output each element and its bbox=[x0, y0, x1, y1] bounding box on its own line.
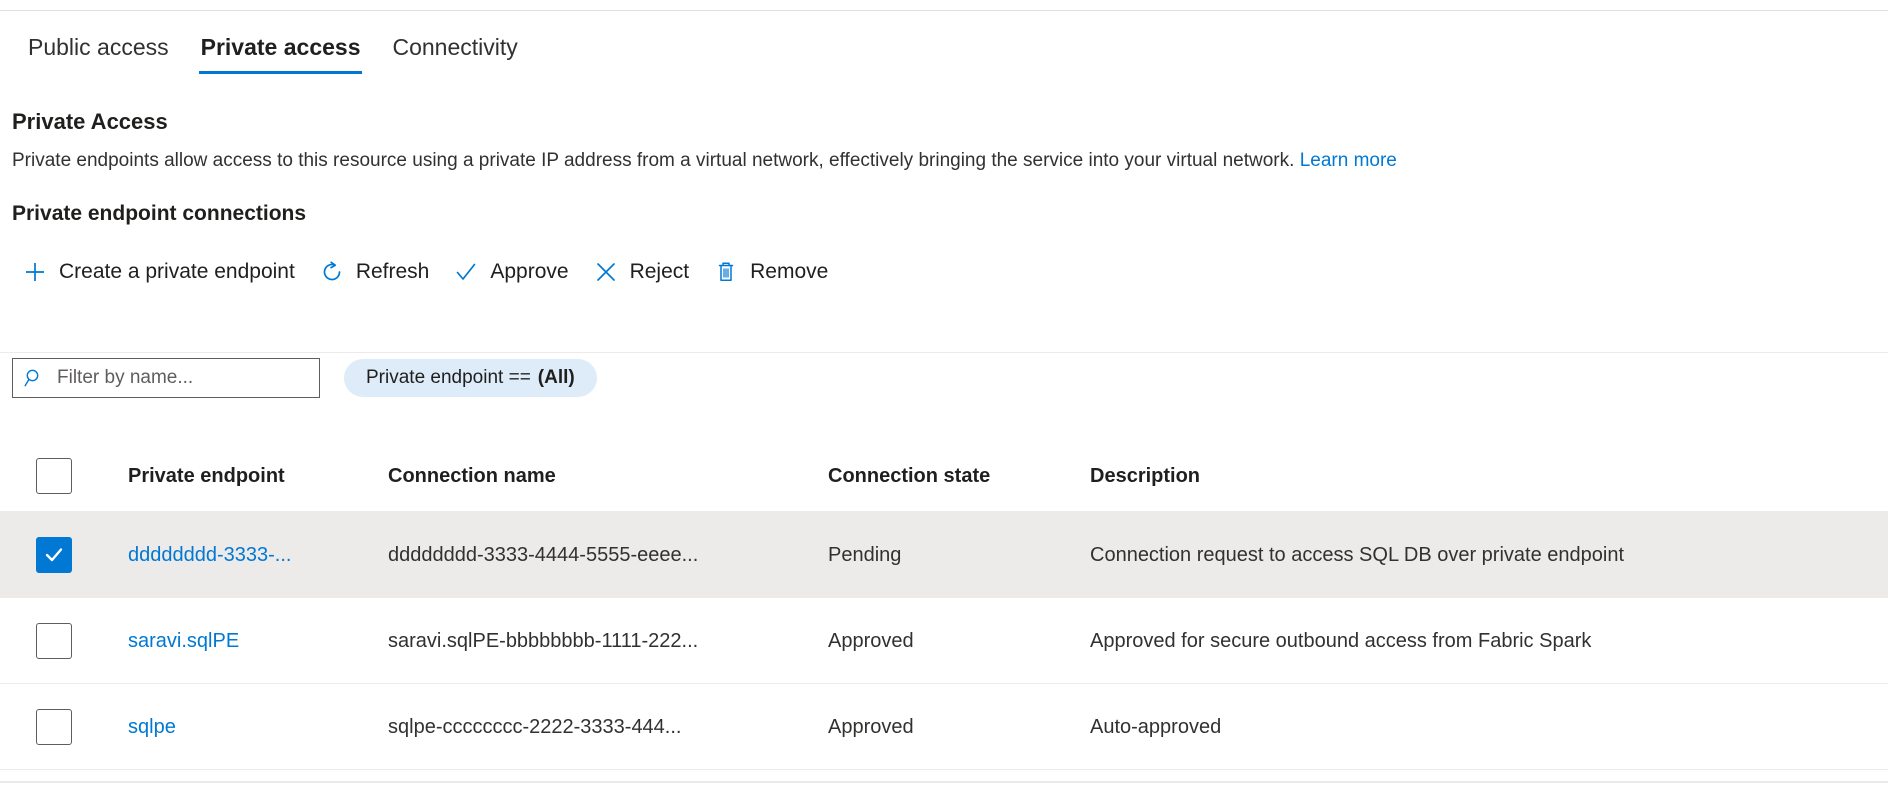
search-icon bbox=[23, 367, 45, 389]
table-row[interactable]: dddddddd-3333-... dddddddd-3333-4444-555… bbox=[0, 512, 1888, 598]
row-select-cell bbox=[36, 622, 128, 659]
column-header-description[interactable]: Description bbox=[1090, 463, 1888, 489]
row-checkbox[interactable] bbox=[36, 708, 72, 745]
column-header-private-endpoint[interactable]: Private endpoint bbox=[128, 463, 388, 489]
private-endpoint-link[interactable]: saravi.sqlPE bbox=[128, 630, 239, 652]
page-title: Private Access bbox=[12, 109, 168, 134]
checkmark-icon bbox=[453, 259, 479, 285]
create-private-endpoint-label: Create a private endpoint bbox=[59, 260, 295, 283]
cross-icon bbox=[593, 259, 619, 285]
column-header-connection-state[interactable]: Connection state bbox=[828, 463, 1090, 489]
tab-connectivity[interactable]: Connectivity bbox=[376, 28, 533, 78]
filter-pill-label: Private endpoint == bbox=[366, 367, 531, 388]
private-endpoint-link[interactable]: sqlpe bbox=[128, 716, 176, 738]
private-endpoint-connections-table: Private endpoint Connection name Connect… bbox=[0, 440, 1888, 770]
command-bar: Create a private endpoint Refresh Approv… bbox=[12, 246, 842, 298]
checkmark-glyph bbox=[45, 547, 63, 561]
tab-private-access[interactable]: Private access bbox=[185, 28, 377, 78]
table-row[interactable]: saravi.sqlPE saravi.sqlPE-bbbbbbbb-1111-… bbox=[0, 598, 1888, 684]
filter-divider bbox=[0, 352, 1888, 353]
search-box[interactable] bbox=[12, 358, 320, 398]
row-select-cell bbox=[36, 536, 128, 573]
tab-strip: Public access Private access Connectivit… bbox=[0, 28, 1888, 90]
reject-label: Reject bbox=[629, 260, 690, 283]
refresh-button[interactable]: Refresh bbox=[309, 252, 444, 292]
cell-connection-name: saravi.sqlPE-bbbbbbbb-1111-222... bbox=[388, 629, 699, 652]
column-header-connection-name[interactable]: Connection name bbox=[388, 463, 828, 489]
cell-connection-name: sqlpe-cccccccc-2222-3333-444... bbox=[388, 715, 682, 738]
cell-connection-state: Pending bbox=[828, 543, 902, 566]
cell-description: Approved for secure outbound access from… bbox=[1090, 629, 1592, 652]
remove-label: Remove bbox=[750, 260, 829, 283]
cell-private-endpoint: dddddddd-3333-... bbox=[128, 542, 388, 568]
cell-private-endpoint: sqlpe bbox=[128, 714, 388, 740]
refresh-label: Refresh bbox=[355, 260, 430, 283]
row-checkbox[interactable] bbox=[36, 622, 72, 659]
learn-more-link[interactable]: Learn more bbox=[1300, 150, 1397, 171]
search-input[interactable] bbox=[55, 366, 309, 390]
refresh-icon bbox=[319, 259, 345, 285]
remove-button[interactable]: Remove bbox=[703, 252, 842, 292]
select-all-checkbox[interactable] bbox=[36, 457, 72, 494]
plus-icon bbox=[22, 259, 48, 285]
table-header-row: Private endpoint Connection name Connect… bbox=[0, 440, 1888, 512]
filter-pill-value: (All) bbox=[537, 367, 575, 388]
cell-connection-state: Approved bbox=[828, 629, 914, 652]
filter-pill-private-endpoint[interactable]: Private endpoint == (All) bbox=[344, 359, 597, 397]
top-divider bbox=[0, 10, 1888, 11]
row-select-cell bbox=[36, 708, 128, 745]
row-checkbox[interactable] bbox=[36, 536, 72, 573]
cell-description: Auto-approved bbox=[1090, 715, 1222, 738]
section-description: Private endpoints allow access to this r… bbox=[12, 148, 1397, 174]
subsection-title: Private endpoint connections bbox=[12, 202, 307, 225]
approve-label: Approve bbox=[490, 260, 569, 283]
trash-icon bbox=[713, 259, 739, 285]
bottom-divider bbox=[0, 781, 1888, 783]
cell-private-endpoint: saravi.sqlPE bbox=[128, 628, 388, 654]
approve-button[interactable]: Approve bbox=[443, 252, 582, 292]
cell-connection-name: dddddddd-3333-4444-5555-eeee... bbox=[388, 543, 699, 566]
cell-description: Connection request to access SQL DB over… bbox=[1090, 543, 1625, 566]
select-all-cell bbox=[36, 457, 128, 494]
tab-public-access[interactable]: Public access bbox=[12, 28, 185, 78]
reject-button[interactable]: Reject bbox=[583, 252, 704, 292]
filter-bar: Private endpoint == (All) bbox=[12, 358, 597, 398]
table-row[interactable]: sqlpe sqlpe-cccccccc-2222-3333-444... Ap… bbox=[0, 684, 1888, 770]
create-private-endpoint-button[interactable]: Create a private endpoint bbox=[12, 252, 309, 292]
private-endpoint-link[interactable]: dddddddd-3333-... bbox=[128, 544, 291, 566]
cell-connection-state: Approved bbox=[828, 715, 914, 738]
description-text: Private endpoints allow access to this r… bbox=[12, 150, 1295, 171]
